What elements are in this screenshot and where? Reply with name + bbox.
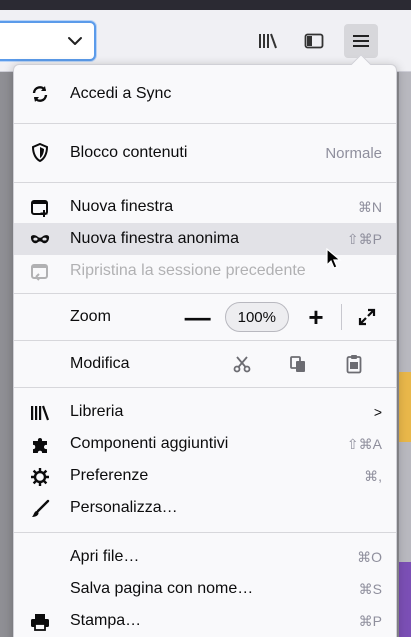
fullscreen-icon [358, 308, 376, 326]
zoom-controls: Zoom — 100% + [14, 294, 396, 340]
library-icon [259, 33, 277, 49]
submenu-arrow: > [373, 404, 382, 420]
cut-button[interactable] [214, 349, 270, 379]
shortcut: ⌘O [357, 548, 382, 565]
app-menu-panel: Accedi a Sync Blocco contenuti Normale N… [13, 64, 397, 637]
menu-item-save-page[interactable]: Salva pagina con nome… ⌘S [14, 573, 396, 605]
gear-icon [30, 467, 50, 487]
zoom-reset-button[interactable]: 100% [224, 302, 289, 332]
menu-item-new-window[interactable]: Nuova finestra ⌘N [14, 191, 396, 223]
menu-item-label: Apri file… [70, 548, 140, 565]
sidebar-icon [304, 33, 324, 49]
menu-item-addons[interactable]: Componenti aggiuntivi ⇧⌘A [14, 428, 396, 460]
menu-item-library[interactable]: Libreria > [14, 396, 396, 428]
menu-item-print[interactable]: Stampa… ⌘P [14, 605, 396, 637]
chevron-down-icon[interactable] [66, 32, 84, 50]
puzzle-icon [30, 435, 50, 455]
printer-icon [30, 612, 50, 632]
hamburger-icon [353, 35, 369, 47]
menu-item-label: Libreria [70, 403, 124, 420]
shortcut: ⇧⌘P [346, 230, 382, 247]
menu-item-label: Nuova finestra [70, 198, 174, 215]
copy-button[interactable] [270, 349, 326, 379]
scissors-icon [233, 356, 251, 373]
menu-item-open-file[interactable]: Apri file… ⌘O [14, 541, 396, 573]
new-window-icon [30, 198, 50, 218]
menu-item-label: Blocco contenuti [70, 144, 188, 161]
fullscreen-button[interactable] [352, 302, 382, 332]
menu-item-label: Stampa… [70, 612, 142, 629]
page-content-edge [399, 72, 411, 637]
menu-item-preferences[interactable]: Preferenze ⌘, [14, 460, 396, 492]
sync-icon [30, 84, 50, 104]
navigation-toolbar [0, 10, 411, 72]
page-content-stripe [399, 562, 411, 637]
restore-session-icon [30, 262, 50, 282]
zoom-label: Zoom [70, 308, 111, 325]
brush-icon [30, 499, 50, 519]
library-button[interactable] [251, 24, 285, 58]
menu-item-label: Salva pagina con nome… [70, 580, 254, 597]
menu-item-label: Personalizza… [70, 499, 178, 516]
shield-icon [30, 143, 50, 163]
shortcut: ⌘, [364, 467, 382, 484]
menu-item-content-blocking[interactable]: Blocco contenuti Normale [14, 132, 396, 174]
edit-label: Modifica [70, 355, 130, 372]
zoom-out-button[interactable]: — [183, 302, 213, 332]
mouse-pointer-icon [326, 248, 342, 269]
shortcut: ⌘S [358, 580, 382, 597]
shortcut: ⇧⌘A [346, 435, 382, 452]
menu-item-label: Preferenze [70, 467, 149, 484]
shortcut: ⌘N [357, 198, 382, 215]
menu-item-sync[interactable]: Accedi a Sync [14, 73, 396, 115]
library-icon [30, 403, 50, 423]
url-bar[interactable] [0, 21, 96, 61]
private-mask-icon [30, 230, 50, 250]
menu-item-label: Nuova finestra anonima [70, 230, 239, 247]
tab-strip [0, 0, 411, 10]
edit-controls: Modifica [14, 341, 396, 387]
shortcut: ⌘P [358, 612, 382, 629]
page-content-stripe [399, 372, 411, 442]
content-blocking-status: Normale [325, 144, 382, 162]
open-menu-button[interactable] [344, 24, 378, 58]
copy-icon [290, 356, 305, 372]
zoom-in-button[interactable]: + [301, 302, 331, 332]
menu-item-label: Accedi a Sync [70, 85, 172, 102]
zoom-divider [341, 304, 342, 330]
menu-item-label: Componenti aggiuntivi [70, 435, 229, 452]
menu-item-customize[interactable]: Personalizza… [14, 492, 396, 524]
sidebar-button[interactable] [297, 24, 331, 58]
clipboard-icon [346, 355, 362, 374]
paste-button[interactable] [326, 349, 382, 379]
